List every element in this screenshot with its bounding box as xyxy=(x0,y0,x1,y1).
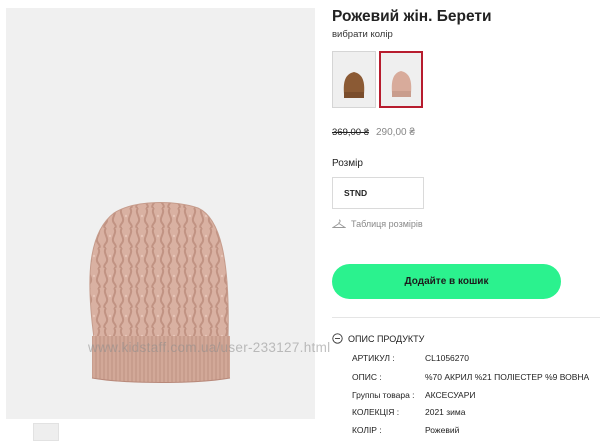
add-to-cart-button[interactable]: Додайте в кошик xyxy=(332,264,561,299)
spec-value: CL1056270 xyxy=(425,353,469,363)
spec-value: Рожевий xyxy=(425,425,460,435)
color-swatch-pink[interactable] xyxy=(379,51,423,108)
spec-label: ОПИС : xyxy=(352,372,382,382)
pink-hat-thumbnail xyxy=(391,71,412,97)
product-main-image[interactable] xyxy=(6,8,315,419)
gallery-thumbnail[interactable] xyxy=(33,423,59,441)
size-table-link[interactable]: Таблиця розмірів xyxy=(332,219,423,229)
brown-hat-thumbnail xyxy=(343,72,365,98)
beanie-hat-image xyxy=(89,202,231,383)
divider xyxy=(332,317,600,318)
spec-label: КОЛІР : xyxy=(352,425,382,435)
price-old: 369,00 ₴ xyxy=(332,127,369,138)
choose-color-label: вибрати колір xyxy=(332,29,393,40)
minus-circle-icon xyxy=(332,333,343,344)
description-header-label: ОПИС ПРОДУКТУ xyxy=(348,333,425,344)
spec-value: 2021 зима xyxy=(425,407,466,417)
hanger-icon xyxy=(332,219,346,228)
product-title: Рожевий жін. Берети xyxy=(332,8,492,25)
color-swatch-brown[interactable] xyxy=(332,51,376,108)
spec-label: Группы товара : xyxy=(352,390,415,400)
size-option-stnd[interactable]: STND xyxy=(332,177,424,209)
size-label: Розмір xyxy=(332,158,363,169)
spec-label: КОЛЕКЦІЯ : xyxy=(352,407,400,417)
product-info-panel: Рожевий жін. Берети вибрати колір 369,00… xyxy=(332,0,600,441)
price-new: 290,00 ₴ xyxy=(376,127,415,138)
size-table-label: Таблиця розмірів xyxy=(351,219,423,229)
spec-value: АКСЕСУАРИ xyxy=(425,390,476,400)
description-toggle[interactable]: ОПИС ПРОДУКТУ xyxy=(332,333,424,344)
spec-label: АРТИКУЛ : xyxy=(352,353,395,363)
spec-value: %70 АКРИЛ %21 ПОЛІЕСТЕР %9 ВОВНА xyxy=(425,372,590,382)
